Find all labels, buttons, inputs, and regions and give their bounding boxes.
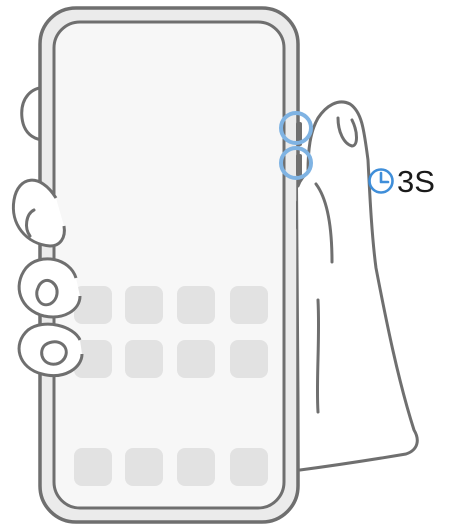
timer: 3S	[368, 164, 435, 199]
left-finger-2	[17, 257, 82, 319]
app-icon	[230, 286, 268, 324]
right-hand-outline	[296, 100, 419, 472]
left-finger-3	[17, 322, 84, 377]
power-button	[296, 154, 302, 176]
timer-label: 3S	[397, 164, 435, 199]
app-icon	[74, 286, 112, 324]
dock-icon	[230, 448, 268, 486]
clock-icon	[368, 168, 394, 194]
app-icon	[177, 286, 215, 324]
app-icon	[125, 286, 163, 324]
app-icon	[177, 340, 215, 378]
right-palm-crease	[315, 298, 321, 414]
phone-screen	[52, 20, 286, 510]
press-and-hold-buttons-diagram: 3S	[11, 6, 435, 524]
dock-icon	[177, 448, 215, 486]
right-hand	[296, 100, 419, 472]
app-icon	[125, 340, 163, 378]
dock-icon	[74, 448, 112, 486]
dock-icon	[125, 448, 163, 486]
app-icon	[230, 340, 268, 378]
phone	[38, 6, 302, 524]
